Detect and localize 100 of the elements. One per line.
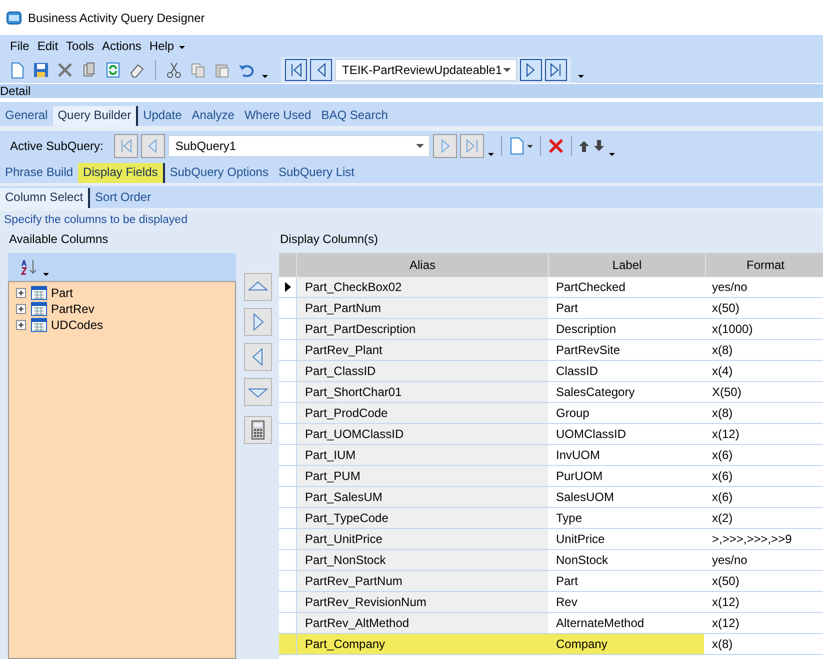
table-cell: Company [548, 634, 704, 654]
next-record-button[interactable] [520, 58, 542, 80]
table-cell-text: x(50) [711, 573, 740, 590]
menu-item[interactable]: File [6, 38, 34, 52]
table-cell: Part_PartNum [297, 298, 548, 318]
table-icon [31, 318, 47, 332]
delete-icon[interactable] [547, 137, 566, 155]
table-cell-text: >,>>>,>>>,>>9 [711, 531, 793, 548]
tab[interactable]: BAQ Search [316, 106, 393, 126]
current-row-icon [284, 282, 290, 292]
table-cell-text: x(50) [711, 300, 740, 317]
table-cell: Part_ClassID [297, 361, 548, 381]
table-cell: Part_CheckBox02 [297, 277, 548, 297]
last-record-button[interactable] [545, 58, 567, 80]
table-cell-text: NonStock [555, 552, 610, 569]
tab[interactable]: Sort Order [90, 188, 156, 208]
copy-icon[interactable] [189, 60, 207, 78]
new-dropdown-icon[interactable] [508, 136, 534, 156]
dropdown-arrow-icon [415, 143, 426, 149]
move-up-button[interactable] [244, 273, 272, 301]
calculator-button[interactable] [244, 416, 272, 444]
app-icon [6, 10, 22, 24]
table-cell-text: AlternateMethod [555, 615, 646, 632]
table-cell-text: Type [555, 510, 584, 527]
save-icon[interactable] [32, 60, 50, 78]
subquery-dropdown[interactable]: SubQuery1 [168, 135, 430, 157]
first-button[interactable] [114, 134, 138, 158]
table-icon [31, 302, 47, 316]
table-cell: Part_TypeCode [297, 508, 548, 528]
table-cell: PartRev_PartNum [297, 571, 548, 591]
panel-title: Display Column(s) [279, 231, 380, 248]
cut-icon[interactable] [165, 60, 183, 78]
table-cell-text: SalesCategory [555, 384, 636, 401]
window-title: Business Activity Query Designer [28, 10, 205, 24]
tab[interactable]: Update [138, 106, 187, 126]
tab[interactable]: Where Used [239, 106, 316, 126]
tab[interactable]: Analyze [186, 106, 240, 126]
next-button[interactable] [433, 134, 458, 158]
table-cell: PartRev_Plant [297, 340, 548, 360]
previous-record-button[interactable] [310, 58, 332, 80]
tab[interactable]: SubQuery List [273, 163, 360, 183]
table-cell-text: x(12) [711, 615, 740, 632]
table-cell: PartRev_AltMethod [297, 613, 548, 633]
previous-button[interactable] [141, 134, 166, 158]
menu-item[interactable]: Help [145, 38, 178, 52]
table-cell-text: UOMClassID [555, 426, 628, 443]
table-cell-text: x(1000) [711, 321, 754, 338]
dropdown-arrow-icon [502, 66, 512, 72]
panel-title: Available Columns [8, 231, 110, 248]
tree-item[interactable]: UDCodes [51, 318, 104, 332]
refresh-icon[interactable] [104, 60, 122, 78]
up-arrow-icon[interactable] [578, 139, 590, 153]
expand-icon[interactable] [15, 303, 27, 315]
remove-column-button[interactable] [244, 343, 272, 371]
hint-text: Specify the columns to be displayed [3, 213, 188, 228]
tree-item[interactable]: PartRev [51, 302, 94, 316]
table-cell-text: x(8) [711, 342, 734, 359]
menu-item[interactable]: Tools [62, 38, 98, 52]
move-down-button[interactable] [244, 378, 272, 406]
tab[interactable]: Column Select [0, 188, 90, 208]
table-cell-text: x(2) [711, 510, 734, 527]
table-cell-text: PartChecked [555, 279, 626, 296]
table-cell: Part_PUM [297, 466, 548, 486]
down-arrow-icon[interactable] [593, 139, 606, 153]
table-cell-text: yes/no [711, 279, 748, 296]
table-icon [31, 286, 47, 300]
table-cell: Part_IUM [297, 445, 548, 465]
tab[interactable]: General [0, 106, 53, 126]
add-column-button[interactable] [244, 308, 272, 336]
expand-icon[interactable] [15, 319, 27, 331]
table-cell-text: x(4) [711, 363, 734, 380]
table-cell-text: Group [555, 405, 590, 422]
tab[interactable]: Phrase Build [0, 163, 78, 183]
table-cell-text: PartRevSite [555, 342, 622, 359]
query-id-dropdown[interactable]: TEIK-PartReviewUpdateable1 [335, 58, 517, 80]
tab[interactable]: Query Builder [52, 106, 138, 126]
table-cell-text: yes/no [711, 552, 748, 569]
table-cell-text: InvUOM [555, 447, 602, 464]
column-header[interactable]: Format [706, 253, 823, 277]
table-cell-text: Description [555, 321, 618, 338]
table-cell: Part_UOMClassID [297, 424, 548, 444]
first-record-button[interactable] [285, 58, 307, 80]
table-cell-text: X(50) [711, 384, 742, 401]
table-cell-text: x(6) [711, 447, 734, 464]
tab[interactable]: SubQuery Options [164, 163, 274, 183]
expand-icon[interactable] [15, 287, 27, 299]
table-cell: Part_SalesUM [297, 487, 548, 507]
table-cell-text: x(8) [711, 405, 734, 422]
menu-item[interactable]: Edit [33, 38, 62, 52]
table-cell-text: x(6) [711, 468, 734, 485]
delete-icon[interactable] [56, 60, 74, 78]
tab[interactable]: Display Fields [78, 163, 165, 183]
table-cell-text: SalesUOM [555, 489, 616, 506]
tree-item[interactable]: Part [51, 286, 74, 300]
table-cell-text: PurUOM [555, 468, 604, 485]
table-cell-text: Part [555, 300, 580, 317]
table-cell-text: x(12) [711, 426, 740, 443]
menu-item[interactable]: Actions [98, 38, 146, 52]
table-cell-text: x(12) [711, 594, 740, 611]
column-header[interactable]: Label [549, 253, 706, 277]
